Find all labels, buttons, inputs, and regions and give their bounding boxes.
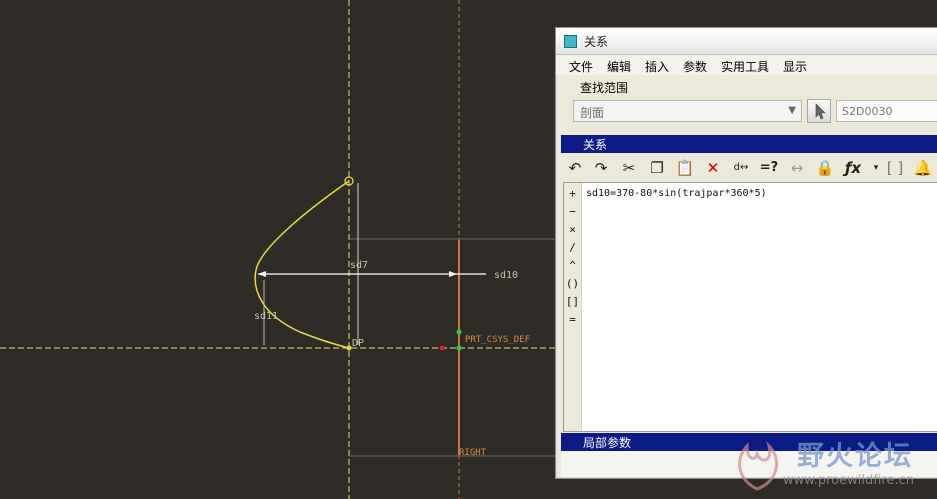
op-divide-button[interactable]: /: [564, 241, 581, 254]
local-params-section-header[interactable]: 局部参数: [561, 433, 937, 451]
dim-sd7-label[interactable]: sd7: [350, 260, 368, 271]
local-params-title: 局部参数: [583, 436, 632, 450]
measure-icon[interactable]: ↔: [785, 157, 809, 179]
select-button[interactable]: [807, 99, 831, 123]
insert-function-icon[interactable]: ƒx: [841, 157, 865, 179]
relations-dialog: 关系 文件 编辑 插入 参数 实用工具 显示 查找范围 剖面 ▼ S2D0030…: [555, 27, 937, 479]
redo-icon[interactable]: ↷: [589, 157, 613, 179]
op-minus-button[interactable]: −: [564, 205, 581, 218]
op-equals-button[interactable]: =: [564, 313, 581, 326]
op-brackets-button[interactable]: []: [564, 295, 581, 308]
evaluate-icon[interactable]: =?: [757, 157, 781, 179]
op-plus-button[interactable]: +: [564, 187, 581, 200]
dim-sd10-label[interactable]: sd10: [494, 270, 518, 281]
insert-parameter-icon[interactable]: [ ]: [883, 157, 907, 179]
lock-params-icon[interactable]: 🔒: [813, 157, 837, 179]
selected-id-field[interactable]: S2D0030: [836, 100, 937, 122]
op-parentheses-button[interactable]: (): [564, 277, 581, 290]
delete-icon[interactable]: ✕: [701, 157, 725, 179]
dialog-title: 关系: [584, 35, 609, 49]
copy-icon[interactable]: ❐: [645, 157, 669, 179]
dialog-bottom-area: [561, 451, 937, 477]
scope-dropdown[interactable]: 剖面 ▼: [573, 100, 802, 122]
selected-id-value: S2D0030: [842, 105, 893, 118]
undo-icon[interactable]: ↶: [563, 157, 587, 179]
menu-insert[interactable]: 插入: [645, 58, 669, 75]
execute-icon[interactable]: 🔔: [911, 157, 935, 179]
menu-utilities[interactable]: 实用工具: [721, 58, 769, 75]
scope-label: 查找范围: [580, 81, 629, 95]
menu-display[interactable]: 显示: [783, 58, 807, 75]
op-multiply-button[interactable]: ×: [564, 223, 581, 236]
switch-dims-icon[interactable]: d↔: [729, 157, 753, 179]
relations-section-title: 关系: [583, 138, 608, 152]
relations-toolbar: ↶ ↷ ✂ ❐ 📋 ✕ d↔ =? ↔ 🔒 ƒx ▾ [ ] 🔔: [561, 155, 937, 181]
menu-parameters[interactable]: 参数: [683, 58, 707, 75]
csys-label: PRT_CSYS_DEF: [465, 335, 530, 345]
cut-icon[interactable]: ✂: [617, 157, 641, 179]
dialog-titlebar[interactable]: 关系: [556, 28, 937, 55]
operator-column: + − × / ^ () [] =: [564, 183, 582, 431]
menu-edit[interactable]: 编辑: [607, 58, 631, 75]
menu-bar: 文件 编辑 插入 参数 实用工具 显示: [556, 55, 937, 75]
chevron-down-icon: ▼: [788, 105, 796, 116]
relations-editor[interactable]: + − × / ^ () [] = sd10=370-80*sin(trajpa…: [563, 182, 937, 432]
dim-sd11-label[interactable]: sd11: [254, 311, 278, 322]
right-datum-label: RIGHT: [459, 448, 487, 458]
menu-file[interactable]: 文件: [569, 58, 593, 75]
relation-line[interactable]: sd10=370-80*sin(trajpar*360*5): [586, 188, 767, 199]
cursor-arrow-icon: [815, 103, 826, 120]
window-icon: [564, 35, 577, 48]
paste-icon[interactable]: 📋: [673, 157, 697, 179]
op-power-button[interactable]: ^: [564, 259, 581, 272]
relations-section-header[interactable]: 关系: [561, 135, 937, 153]
scope-value: 剖面: [580, 106, 605, 120]
start-point-label: DP: [352, 338, 364, 349]
